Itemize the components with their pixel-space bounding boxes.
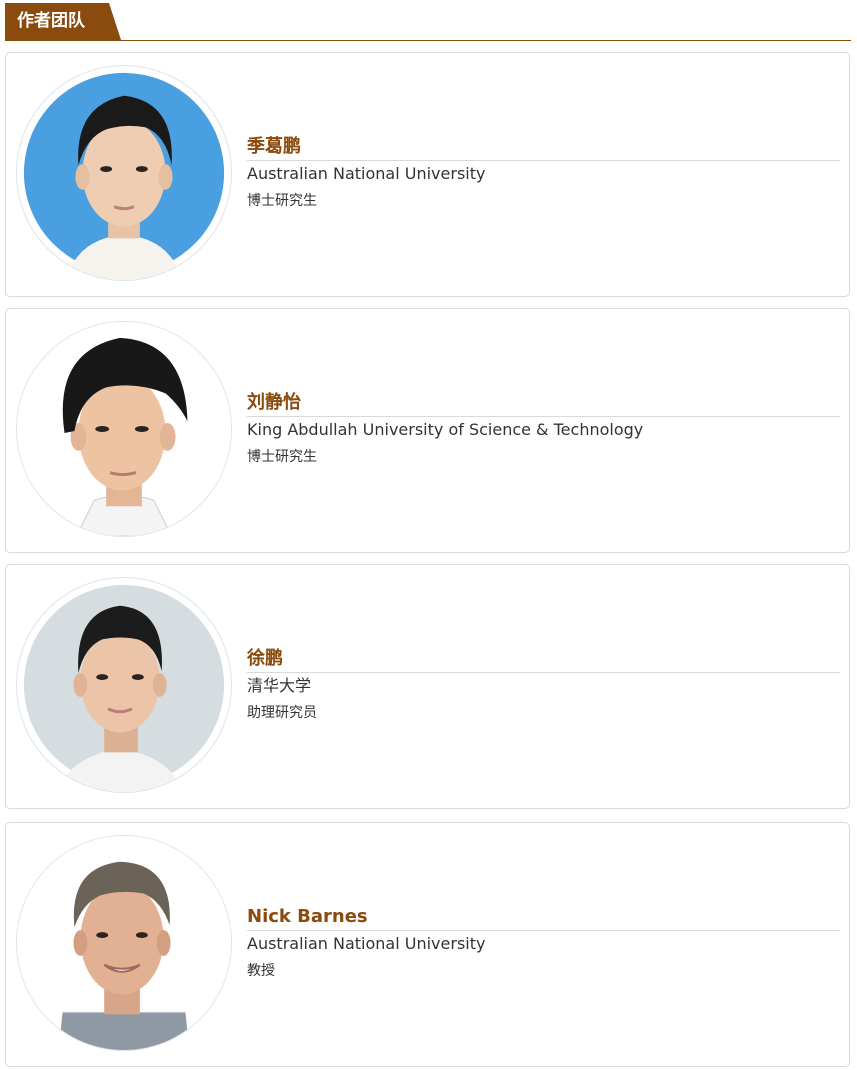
author-photo: [16, 577, 232, 793]
author-card: 徐鹏 清华大学 助理研究员: [5, 564, 850, 809]
author-affiliation: Australian National University: [247, 934, 486, 953]
author-position: 助理研究员: [247, 705, 317, 721]
author-name: Nick Barnes: [247, 905, 840, 931]
author-position: 教授: [247, 963, 275, 979]
author-info: 徐鹏 清华大学 助理研究员: [247, 647, 840, 723]
portrait-photo-icon: [23, 584, 225, 792]
author-card: Nick Barnes Australian National Universi…: [5, 822, 850, 1067]
author-card: 季葛鹏 Australian National University 博士研究生: [5, 52, 850, 297]
author-name: 徐鹏: [247, 647, 840, 673]
author-position: 博士研究生: [247, 449, 317, 465]
author-affiliation: King Abdullah University of Science & Te…: [247, 420, 644, 439]
portrait-photo-icon: [17, 322, 231, 536]
section-title: 作者团队: [17, 11, 85, 31]
author-info: 季葛鹏 Australian National University 博士研究生: [247, 135, 840, 211]
author-info: 刘静怡 King Abdullah University of Science …: [247, 391, 840, 467]
author-card: 刘静怡 King Abdullah University of Science …: [5, 308, 850, 553]
author-position: 博士研究生: [247, 193, 317, 209]
author-photo: [16, 835, 232, 1051]
author-photo: [16, 65, 232, 281]
author-photo: [16, 321, 232, 537]
author-info: Nick Barnes Australian National Universi…: [247, 905, 840, 981]
author-affiliation: 清华大学: [247, 676, 312, 695]
author-affiliation: Australian National University: [247, 164, 486, 183]
author-name: 季葛鹏: [247, 135, 840, 161]
section-tag: 作者团队: [5, 3, 121, 40]
author-name: 刘静怡: [247, 391, 840, 417]
section-header: 作者团队: [5, 3, 851, 41]
portrait-photo-icon: [17, 836, 231, 1050]
portrait-photo-icon: [23, 72, 225, 280]
